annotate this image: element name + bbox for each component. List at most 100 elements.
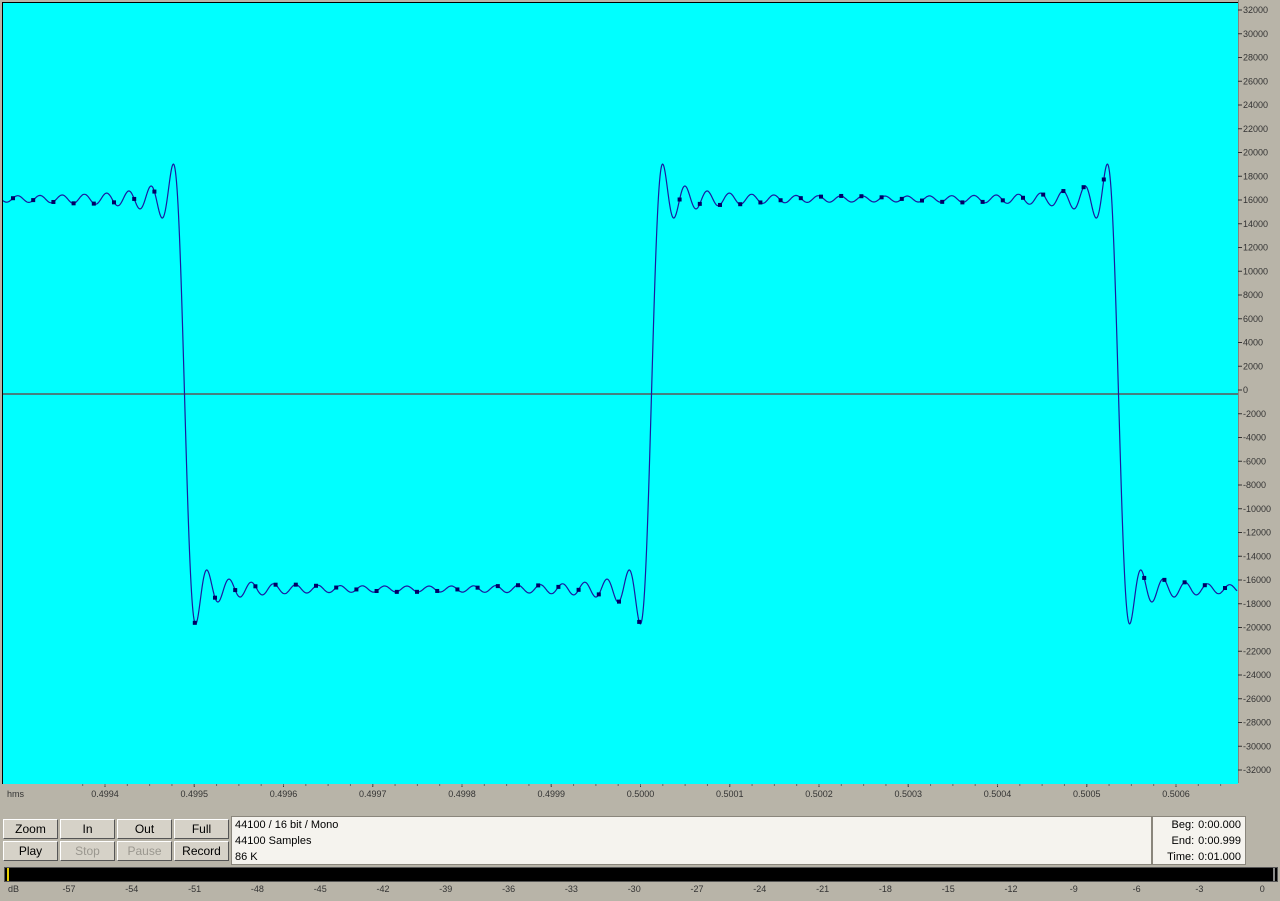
sample-marker[interactable] (334, 585, 339, 590)
zoom-in-button[interactable]: In (60, 819, 115, 839)
record-button[interactable]: Record (174, 841, 229, 861)
sample-marker[interactable] (475, 585, 480, 590)
sample-marker[interactable] (1081, 185, 1086, 190)
y-tick-label: -30000 (1243, 741, 1271, 751)
y-tick-label: 20000 (1243, 148, 1268, 158)
sample-marker[interactable] (51, 199, 56, 204)
meter-tick-label: -54 (125, 884, 138, 894)
sample-marker[interactable] (819, 194, 823, 199)
sample-marker[interactable] (697, 201, 702, 206)
sample-marker[interactable] (1000, 198, 1005, 203)
pause-button[interactable]: Pause (117, 841, 172, 861)
sample-marker[interactable] (394, 589, 399, 594)
sample-marker[interactable] (11, 196, 15, 201)
sample-marker[interactable] (192, 620, 197, 625)
sample-marker[interactable] (960, 200, 965, 205)
stop-button[interactable]: Stop (60, 841, 115, 861)
sample-marker[interactable] (1021, 195, 1025, 200)
x-tick-label: 0.5002 (805, 789, 833, 799)
meter-tick-label: -48 (251, 884, 264, 894)
play-button[interactable]: Play (3, 841, 58, 861)
y-tick-label: 4000 (1243, 338, 1263, 348)
sample-marker[interactable] (798, 196, 803, 201)
sample-marker[interactable] (314, 583, 318, 588)
meter-unit-label: dB (8, 884, 19, 894)
sample-marker[interactable] (213, 595, 217, 600)
y-tick-label: -28000 (1243, 718, 1271, 728)
x-tick-label: 0.5006 (1162, 789, 1190, 799)
sample-marker[interactable] (738, 202, 743, 207)
sample-marker[interactable] (374, 588, 379, 593)
y-tick-label: 16000 (1243, 195, 1268, 205)
sample-marker[interactable] (273, 582, 278, 587)
meter-tick-label: -18 (879, 884, 892, 894)
sample-marker[interactable] (253, 584, 258, 589)
end-label: End: (1171, 835, 1195, 847)
sample-marker[interactable] (91, 201, 96, 206)
waveform-canvas[interactable] (3, 3, 1239, 784)
end-value: 0:00.999 (1198, 835, 1241, 847)
y-tick-label: 30000 (1243, 29, 1268, 39)
sample-marker[interactable] (980, 199, 985, 204)
sample-marker[interactable] (495, 584, 500, 589)
sample-marker[interactable] (112, 200, 116, 205)
meter-tick-label: -9 (1070, 884, 1078, 894)
time-ruler: hms 0.4994 0.4995 0.4996 0.4997 0.4998 0.4999 0… (2, 784, 1238, 800)
x-tick-label: 0.5004 (984, 789, 1012, 799)
y-tick-label: -6000 (1243, 456, 1266, 466)
sample-marker[interactable] (637, 619, 642, 624)
sample-marker[interactable] (415, 589, 419, 594)
y-tick-label: 28000 (1243, 53, 1268, 63)
sample-marker[interactable] (536, 583, 541, 588)
sample-marker[interactable] (1162, 577, 1167, 582)
sample-count-text: 44100 Samples (235, 835, 312, 847)
y-tick-label: 26000 (1243, 76, 1268, 86)
sample-marker[interactable] (132, 196, 137, 201)
sample-marker[interactable] (576, 587, 581, 592)
x-tick-label: 0.4996 (270, 789, 298, 799)
meter-tick-label: -51 (188, 884, 201, 894)
zoom-button[interactable]: Zoom (3, 819, 58, 839)
sample-marker[interactable] (899, 196, 904, 201)
sample-marker[interactable] (940, 199, 945, 204)
y-tick-label: -26000 (1243, 694, 1271, 704)
waveform-display[interactable] (2, 2, 1239, 784)
sample-marker[interactable] (1182, 580, 1187, 585)
sample-marker[interactable] (879, 195, 884, 200)
meter-scale: dB -57 -54 -51 -48 -45 -42 -39 -36 -33 -30 -27 -24 -2… (0, 882, 1280, 896)
sample-marker[interactable] (1142, 575, 1147, 580)
y-tick-label: -2000 (1243, 409, 1266, 419)
sample-marker[interactable] (516, 583, 520, 588)
sample-marker[interactable] (596, 592, 601, 597)
sample-marker[interactable] (778, 198, 783, 203)
sample-marker[interactable] (677, 197, 682, 202)
sample-marker[interactable] (1101, 177, 1106, 182)
sample-marker[interactable] (1061, 189, 1066, 194)
sample-marker[interactable] (435, 588, 440, 593)
sample-marker[interactable] (1202, 583, 1207, 588)
sample-marker[interactable] (233, 588, 238, 593)
zoom-full-button[interactable]: Full (174, 819, 229, 839)
sample-marker[interactable] (31, 198, 36, 203)
sample-marker[interactable] (617, 599, 621, 604)
zoom-out-button[interactable]: Out (117, 819, 172, 839)
sample-marker[interactable] (152, 189, 157, 194)
sample-marker[interactable] (859, 194, 864, 199)
x-tick-label: 0.4998 (448, 789, 476, 799)
x-tick-label: 0.4997 (359, 789, 387, 799)
end-time-row: End: 0:00.999 (1158, 835, 1241, 847)
meter-tick-label: -57 (62, 884, 75, 894)
sample-marker[interactable] (758, 200, 763, 205)
sample-marker[interactable] (1223, 586, 1227, 591)
sample-marker[interactable] (293, 582, 298, 587)
sample-marker[interactable] (354, 587, 359, 592)
sample-marker[interactable] (455, 587, 460, 592)
meter-tick-label: -42 (376, 884, 389, 894)
meter-tick-label: -12 (1004, 884, 1017, 894)
sample-marker[interactable] (1041, 192, 1046, 197)
sample-marker[interactable] (920, 198, 924, 203)
sample-marker[interactable] (718, 202, 722, 207)
sample-marker[interactable] (839, 193, 844, 198)
sample-marker[interactable] (71, 201, 76, 206)
sample-marker[interactable] (556, 584, 561, 589)
